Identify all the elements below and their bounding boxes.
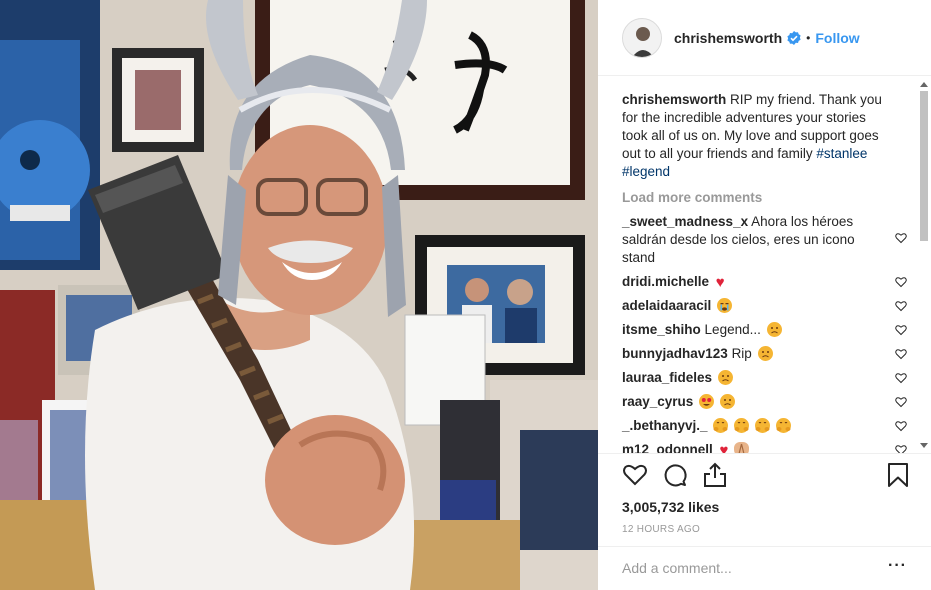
comment-item: bunnyjadhav123 Rip [622,345,907,363]
comment-item: lauraa_fideles [622,369,907,387]
bookmark-icon[interactable] [886,462,910,488]
like-comment-heart-icon[interactable] [895,276,907,288]
crying-face-emoji [717,298,733,313]
comments-scrollbar[interactable] [917,77,931,453]
scroll-up-arrow-icon[interactable] [920,82,928,87]
add-comment-input[interactable] [622,560,872,576]
comment-username[interactable]: m12_odonnell [622,442,713,453]
like-comment-heart-icon[interactable] [895,324,907,336]
comment-item: itsme_shiho Legend... [622,321,907,339]
hugging-face-emoji [775,418,791,433]
action-icons [622,462,728,488]
share-upload-icon[interactable] [702,462,728,488]
caption-username[interactable]: chrishemsworth [622,92,726,107]
comments-list[interactable]: chrishemsworth RIP my friend. Thank you … [598,77,931,453]
comment-item: m12_odonnell ♥ [622,441,907,453]
caption: chrishemsworth RIP my friend. Thank you … [622,91,907,181]
comment-username[interactable]: _sweet_madness_x [622,214,748,229]
hugging-face-emoji [754,418,770,433]
follow-button[interactable]: Follow [815,30,859,46]
like-heart-icon[interactable] [622,462,648,488]
likes-count[interactable]: 3,005,732 likes [622,499,719,515]
comment-username[interactable]: bunnyjadhav123 [622,346,728,361]
comment-username[interactable]: lauraa_fideles [622,370,712,385]
hashtag-link[interactable]: #stanlee [816,146,867,161]
comment-text: Legend... [704,322,761,337]
hashtag-link[interactable]: #legend [622,164,670,179]
more-options-icon[interactable]: ··· [888,558,907,574]
praying-emoji [734,442,750,453]
comment-item: _sweet_madness_x Ahora los héroes saldrá… [622,213,907,267]
avatar-image [623,18,661,57]
scroll-down-arrow-icon[interactable] [920,443,928,448]
like-comment-heart-icon[interactable] [895,232,907,244]
sad-face-emoji [717,370,733,385]
comment-item: raay_cyrus [622,393,907,411]
post-photo[interactable] [0,0,598,590]
like-comment-heart-icon[interactable] [895,300,907,312]
hugging-face-emoji [713,418,729,433]
comment-text: Rip [731,346,752,361]
comment-bubble-icon[interactable] [662,462,688,488]
username-link[interactable]: chrishemsworth [674,30,782,46]
comment-username[interactable]: raay_cyrus [622,394,693,409]
sad-face-emoji [719,394,735,409]
like-comment-heart-icon[interactable] [895,420,907,432]
comment-item: dridi.michelle ♥ [622,273,907,291]
sad-face-emoji [757,346,773,361]
sad-face-emoji [766,322,782,337]
avatar[interactable] [622,17,662,58]
add-comment-bar: ··· [598,546,931,590]
scroll-thumb[interactable] [920,91,928,241]
like-comment-heart-icon[interactable] [895,396,907,408]
red-heart-emoji: ♥ [719,442,729,453]
post-side-panel: chrishemsworth • Follow chrishemsworth R… [598,0,931,590]
comment-username[interactable]: dridi.michelle [622,274,709,289]
load-more-comments-button[interactable]: Load more comments [622,190,907,205]
comment-username[interactable]: itsme_shiho [622,322,701,337]
post-header: chrishemsworth • Follow [598,0,931,76]
like-comment-heart-icon[interactable] [895,444,907,453]
like-comment-heart-icon[interactable] [895,372,907,384]
post-timestamp[interactable]: 12 HOURS AGO [622,524,700,535]
separator-dot: • [806,30,811,45]
comment-item: _.bethanyvj._ [622,417,907,435]
verified-badge-icon [787,30,801,45]
comment-username[interactable]: adelaidaaracil [622,298,711,313]
post-photo-illustration [0,0,598,590]
like-comment-heart-icon[interactable] [895,348,907,360]
comment-username[interactable]: _.bethanyvj._ [622,418,708,433]
star-eyes-emoji [699,394,715,409]
hugging-face-emoji [734,418,750,433]
comment-item: adelaidaaracil [622,297,907,315]
red-heart-emoji: ♥ [715,274,725,291]
